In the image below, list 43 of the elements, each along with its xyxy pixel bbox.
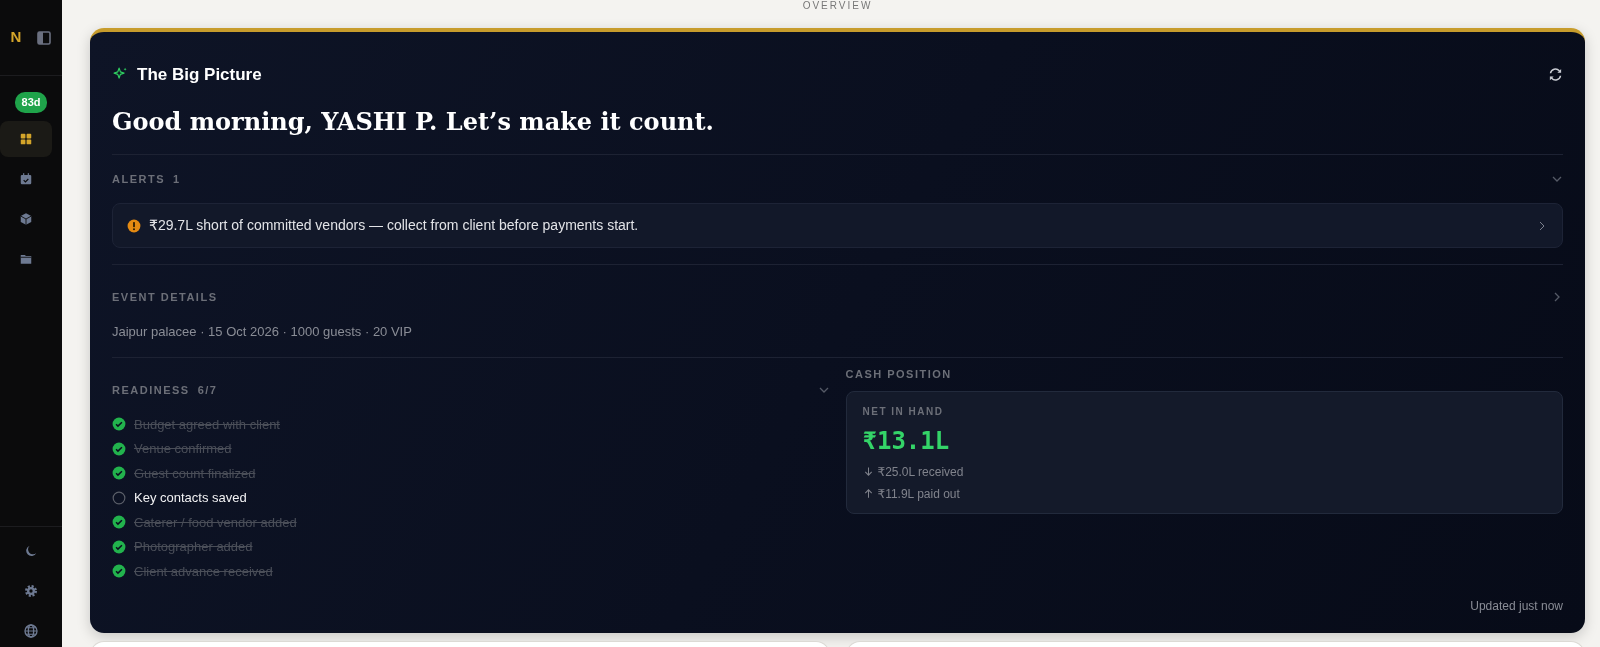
alert-item[interactable]: ₹29.7L short of committed vendors — collect from client before payments start. — [112, 203, 1563, 248]
alert-text: ₹29.7L short of committed vendors — collect from client before payments start. — [149, 216, 639, 235]
section-label: EVENT DETAILS — [112, 290, 218, 305]
arrow-down-icon — [862, 466, 874, 477]
section-label: ALERTS — [112, 171, 165, 187]
checkbox[interactable] — [112, 564, 126, 579]
page-title: OVERVIEW — [801, 0, 874, 11]
logo[interactable]: N — [10, 26, 22, 49]
checkbox[interactable] — [112, 466, 126, 481]
net-value: ₹13.1L — [862, 425, 951, 457]
checkbox[interactable] — [112, 417, 126, 432]
cash-flow-text: ₹25.0L received — [877, 463, 964, 481]
globe-button[interactable] — [23, 623, 39, 639]
checkbox[interactable] — [112, 441, 126, 456]
refresh-button[interactable] — [1548, 67, 1563, 83]
sidebar-toggle-button[interactable] — [37, 30, 52, 45]
checklist-item-text: Caterer / food vendor added — [134, 513, 297, 532]
section-count: 6/7 — [197, 383, 218, 398]
checklist-item-text: Photographer added — [134, 538, 253, 556]
box-icon — [19, 211, 33, 226]
checklist-item-text: Key contacts saved — [134, 489, 247, 507]
checklist-item-text: Client advance received — [134, 562, 273, 581]
warning-icon — [127, 218, 141, 233]
settings-button[interactable] — [23, 583, 39, 599]
checklist-item-text: Budget agreed with client — [134, 415, 280, 434]
arrow-up-icon — [862, 488, 874, 499]
greeting-heading: Good morning, YASHI P. Let’s make it count. — [112, 105, 715, 138]
checkbox[interactable] — [112, 539, 126, 554]
checklist-item-text: Venue confirmed — [134, 440, 232, 458]
calendar-icon — [19, 171, 33, 186]
section-label: READINESS — [112, 383, 190, 398]
checklist-item-text: Guest count finalized — [134, 464, 256, 483]
section-count: 1 — [173, 171, 181, 187]
section-label: CASH POSITION — [845, 367, 953, 382]
updated-status: Updated just now — [1470, 598, 1563, 615]
net-label: NET IN HAND — [862, 404, 945, 419]
grid-icon — [19, 131, 33, 146]
cash-flow-text: ₹11.9L paid out — [877, 485, 960, 503]
checkbox[interactable] — [112, 515, 126, 530]
countdown-badge: 83d — [14, 92, 48, 113]
event-summary: Jaipur palacee · 15 Oct 2026 · 1000 guests · 20 VIP — [112, 322, 413, 341]
card-title: The Big Picture — [137, 64, 262, 86]
checkbox[interactable] — [112, 490, 126, 505]
